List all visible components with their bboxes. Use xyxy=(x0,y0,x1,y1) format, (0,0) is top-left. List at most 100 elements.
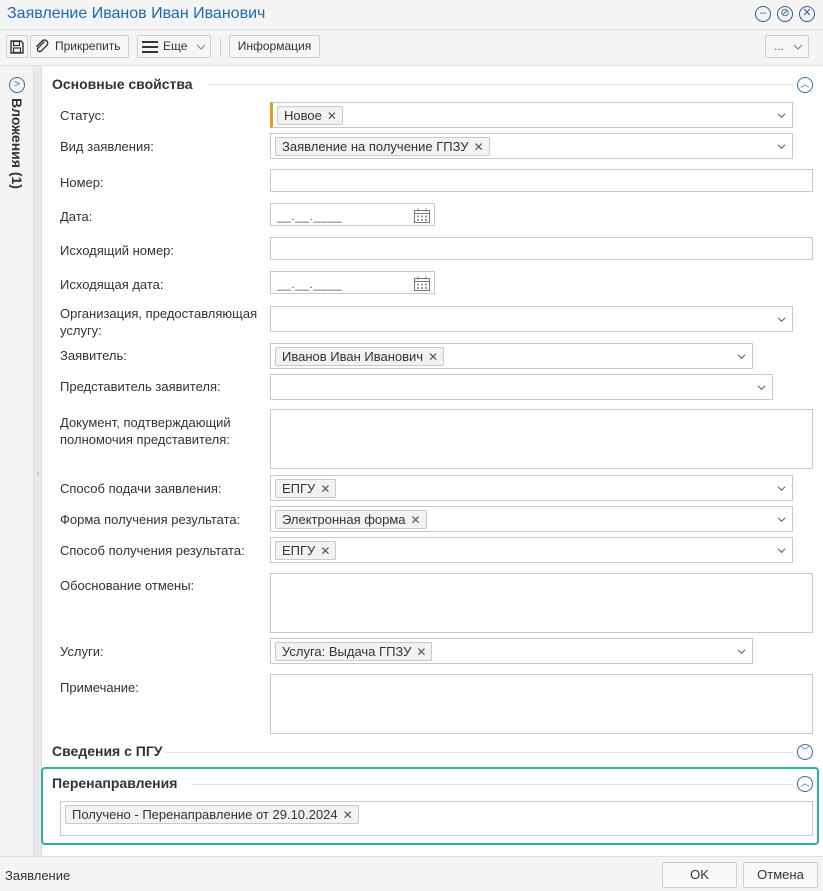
expand-chevron-down-icon[interactable]: ﹀ xyxy=(797,744,813,760)
out-number-label: Исходящий номер: xyxy=(60,243,175,258)
representative-select[interactable] xyxy=(270,374,773,400)
app-type-select[interactable]: Заявление на получение ГПЗУ ✕ xyxy=(270,133,793,159)
cancel-reason-textarea[interactable] xyxy=(270,573,813,633)
chevron-down-icon[interactable] xyxy=(737,647,746,656)
calendar-icon[interactable] xyxy=(413,276,431,292)
date-mask: __.__.____ xyxy=(277,209,343,223)
footer-label: Заявление xyxy=(5,868,71,883)
more-label: Еще xyxy=(163,39,188,53)
chevron-down-icon[interactable] xyxy=(757,383,766,392)
chevron-down-icon[interactable] xyxy=(777,315,786,324)
splitter-grip-icon[interactable]: › xyxy=(35,459,41,487)
result-method-tag-text: ЕПГУ xyxy=(282,543,316,558)
chevron-down-icon[interactable] xyxy=(777,515,786,524)
out-date-label: Исходящая дата: xyxy=(60,277,164,292)
section-divider xyxy=(208,84,793,85)
toolbar-divider xyxy=(220,38,221,56)
app-type-tag-text: Заявление на получение ГПЗУ xyxy=(282,139,469,154)
authority-doc-label-line1: Документ, подтверждающий xyxy=(60,415,231,430)
chevron-right-icon[interactable]: > xyxy=(9,77,25,93)
footer-bar: Заявление OK Отмена xyxy=(0,856,823,891)
chevron-down-icon[interactable] xyxy=(777,142,786,151)
remove-tag-icon[interactable]: ✕ xyxy=(327,109,337,123)
remove-tag-icon[interactable]: ✕ xyxy=(428,350,438,364)
form-content: Основные свойства ︿ Статус: Новое ✕ Вид з… xyxy=(43,66,823,856)
submit-method-select[interactable]: ЕПГУ ✕ xyxy=(270,475,793,501)
app-type-label: Вид заявления: xyxy=(60,139,154,154)
status-select[interactable]: Новое ✕ xyxy=(270,102,793,128)
remove-tag-icon[interactable]: ✕ xyxy=(411,513,421,527)
collapse-chevron-up-icon[interactable]: ︿ xyxy=(797,77,813,93)
result-method-tag: ЕПГУ ✕ xyxy=(275,541,337,560)
more-button[interactable]: Еще xyxy=(137,35,211,58)
authority-doc-label-line2: полномочия представителя: xyxy=(60,432,230,447)
restore-icon[interactable]: ⊘ xyxy=(777,6,793,22)
status-label: Статус: xyxy=(60,108,105,123)
result-form-tag: Электронная форма ✕ xyxy=(275,510,427,529)
submit-method-tag-text: ЕПГУ xyxy=(282,481,316,496)
note-label: Примечание: xyxy=(60,680,139,695)
toolbar: Прикрепить Еще Информация ... xyxy=(0,30,823,66)
save-icon xyxy=(10,40,24,54)
section-pgu-title[interactable]: Сведения с ПГУ xyxy=(52,743,163,759)
out-date-input[interactable]: __.__.____ xyxy=(270,271,435,294)
remove-tag-icon[interactable]: ✕ xyxy=(474,140,484,154)
result-form-label: Форма получения результата: xyxy=(60,512,241,527)
services-select[interactable]: Услуга: Выдача ГПЗУ ✕ xyxy=(270,638,753,664)
chevron-down-icon[interactable] xyxy=(737,352,746,361)
remove-tag-icon[interactable]: ✕ xyxy=(416,645,426,659)
status-tag: Новое ✕ xyxy=(277,106,343,125)
services-label: Услуги: xyxy=(60,644,104,659)
date-label: Дата: xyxy=(60,209,93,224)
calendar-icon[interactable] xyxy=(413,208,431,224)
number-label: Номер: xyxy=(60,175,104,190)
panel-splitter[interactable]: › xyxy=(34,66,42,856)
note-textarea[interactable] xyxy=(270,674,813,734)
date-input[interactable]: __.__.____ xyxy=(270,203,435,226)
representative-label: Представитель заявителя: xyxy=(60,379,221,394)
authority-doc-textarea[interactable] xyxy=(270,409,813,469)
section-divider xyxy=(165,752,793,753)
remove-tag-icon[interactable]: ✕ xyxy=(320,544,330,558)
services-tag: Услуга: Выдача ГПЗУ ✕ xyxy=(275,642,433,661)
chevron-down-icon[interactable] xyxy=(777,111,786,120)
submit-method-label: Способ подачи заявления: xyxy=(60,481,222,496)
app-type-tag: Заявление на получение ГПЗУ ✕ xyxy=(275,137,490,156)
out-date-mask: __.__.____ xyxy=(277,277,343,291)
overflow-menu-button[interactable]: ... xyxy=(765,35,809,58)
chevron-down-icon[interactable] xyxy=(777,484,786,493)
cancel-button[interactable]: Отмена xyxy=(743,862,818,888)
attachments-tab[interactable]: Вложения (1) xyxy=(9,98,25,189)
chevron-down-icon xyxy=(196,44,206,50)
remove-tag-icon[interactable]: ✕ xyxy=(320,482,330,496)
cancel-reason-label: Обоснование отмены: xyxy=(60,578,195,593)
status-tag-text: Новое xyxy=(284,108,322,123)
section-main-title: Основные свойства xyxy=(52,76,193,92)
window-title: Заявление Иванов Иван Иванович xyxy=(7,5,266,22)
result-method-label: Способ получения результата: xyxy=(60,543,245,558)
attachments-side-panel: > Вложения (1) xyxy=(0,66,34,856)
result-form-select[interactable]: Электронная форма ✕ xyxy=(270,506,793,532)
info-label: Информация xyxy=(237,39,312,53)
out-number-input[interactable] xyxy=(270,237,813,260)
paperclip-icon xyxy=(36,39,49,53)
info-button[interactable]: Информация xyxy=(229,35,320,58)
applicant-select[interactable]: Иванов Иван Иванович ✕ xyxy=(270,343,753,369)
applicant-tag-text: Иванов Иван Иванович xyxy=(282,349,424,364)
number-input[interactable] xyxy=(270,169,813,192)
ok-button[interactable]: OK xyxy=(662,862,737,888)
applicant-tag: Иванов Иван Иванович ✕ xyxy=(275,347,445,366)
org-label-line2: услугу: xyxy=(60,323,102,338)
applicant-label: Заявитель: xyxy=(60,348,127,363)
save-button[interactable] xyxy=(6,35,28,58)
minimize-icon[interactable]: – xyxy=(755,6,771,22)
services-tag-text: Услуга: Выдача ГПЗУ xyxy=(282,644,412,659)
attach-button[interactable]: Прикрепить xyxy=(30,35,129,58)
result-method-select[interactable]: ЕПГУ ✕ xyxy=(270,537,793,563)
org-select[interactable] xyxy=(270,306,793,332)
chevron-down-icon[interactable] xyxy=(777,546,786,555)
submit-method-tag: ЕПГУ ✕ xyxy=(275,479,337,498)
redirects-highlight-frame xyxy=(41,767,819,845)
close-icon[interactable]: ✕ xyxy=(799,6,815,22)
result-form-tag-text: Электронная форма xyxy=(282,512,406,527)
